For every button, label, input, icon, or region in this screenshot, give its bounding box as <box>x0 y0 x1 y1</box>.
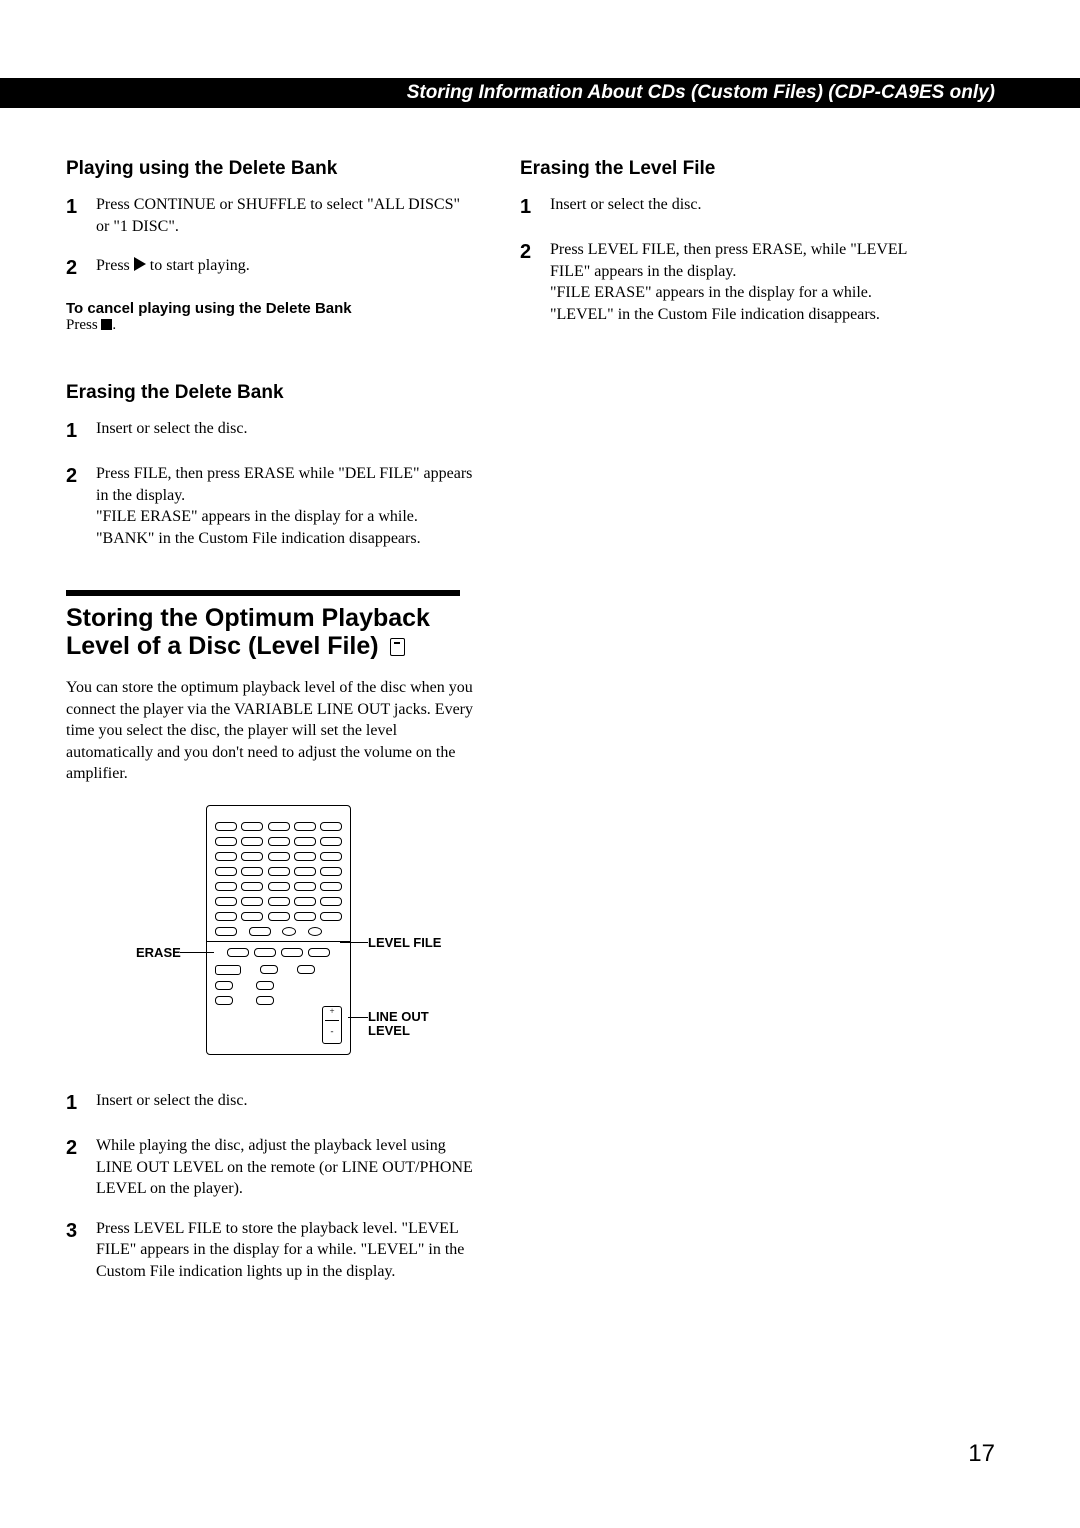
section-title-level-file: Storing the Optimum Playback Level of a … <box>66 604 474 662</box>
cancel-note: To cancel playing using the Delete Bank … <box>66 300 474 334</box>
step-number: 2 <box>66 463 96 549</box>
heading-erasing-level-file: Erasing the Level File <box>520 158 928 180</box>
left-column: Playing using the Delete Bank 1 Press CO… <box>66 158 474 1301</box>
label-level-file: LEVEL FILE <box>368 935 441 950</box>
step-text: Insert or select the disc. <box>96 1090 474 1117</box>
step-text: Press LEVEL FILE, then press ERASE, whil… <box>550 239 928 325</box>
step: 3 Press LEVEL FILE to store the playback… <box>66 1218 474 1283</box>
step-number: 1 <box>520 194 550 221</box>
step: 2 Press FILE, then press ERASE while "DE… <box>66 463 474 549</box>
step: 1 Insert or select the disc. <box>66 418 474 445</box>
step: 1 Insert or select the disc. <box>66 1090 474 1117</box>
step-number: 2 <box>66 255 96 282</box>
step-number: 2 <box>520 239 550 325</box>
section-rule <box>66 590 460 596</box>
level-file-intro: You can store the optimum playback level… <box>66 677 474 785</box>
line-out-level-button: + - <box>322 1006 342 1044</box>
step-text: Press FILE, then press ERASE while "DEL … <box>96 463 474 549</box>
step: 1 Insert or select the disc. <box>520 194 928 221</box>
note-body: Press . <box>66 317 474 334</box>
step-text: Insert or select the disc. <box>550 194 928 221</box>
remote-figure: + - ERASE LEVEL FILE LINE OUT LEVEL <box>66 805 474 1065</box>
right-column: Erasing the Level File 1 Insert or selec… <box>520 158 928 343</box>
heading-erasing-delete-bank: Erasing the Delete Bank <box>66 382 474 404</box>
page-header-bar: Storing Information About CDs (Custom Fi… <box>0 78 1080 108</box>
step-number: 2 <box>66 1135 96 1200</box>
stop-icon <box>101 319 112 330</box>
page-number: 17 <box>968 1440 995 1468</box>
step: 2 Press LEVEL FILE, then press ERASE, wh… <box>520 239 928 325</box>
note-title: To cancel playing using the Delete Bank <box>66 300 474 317</box>
step-text: Insert or select the disc. <box>96 418 474 445</box>
step-number: 1 <box>66 1090 96 1117</box>
heading-playing-delete-bank: Playing using the Delete Bank <box>66 158 474 180</box>
step-number: 1 <box>66 194 96 237</box>
step-text: Press to start playing. <box>96 255 474 282</box>
step-text: Press CONTINUE or SHUFFLE to select "ALL… <box>96 194 474 237</box>
label-line-out-level: LINE OUT LEVEL <box>368 1010 458 1039</box>
step: 2 While playing the disc, adjust the pla… <box>66 1135 474 1200</box>
label-erase: ERASE <box>136 945 181 960</box>
step-text: Press LEVEL FILE to store the playback l… <box>96 1218 474 1283</box>
remote-icon <box>390 638 405 656</box>
play-icon <box>134 257 146 271</box>
step-number: 1 <box>66 418 96 445</box>
step: 1 Press CONTINUE or SHUFFLE to select "A… <box>66 194 474 237</box>
step-number: 3 <box>66 1218 96 1283</box>
remote-outline: + - <box>206 805 351 1055</box>
step-text: While playing the disc, adjust the playb… <box>96 1135 474 1200</box>
step: 2 Press to start playing. <box>66 255 474 282</box>
